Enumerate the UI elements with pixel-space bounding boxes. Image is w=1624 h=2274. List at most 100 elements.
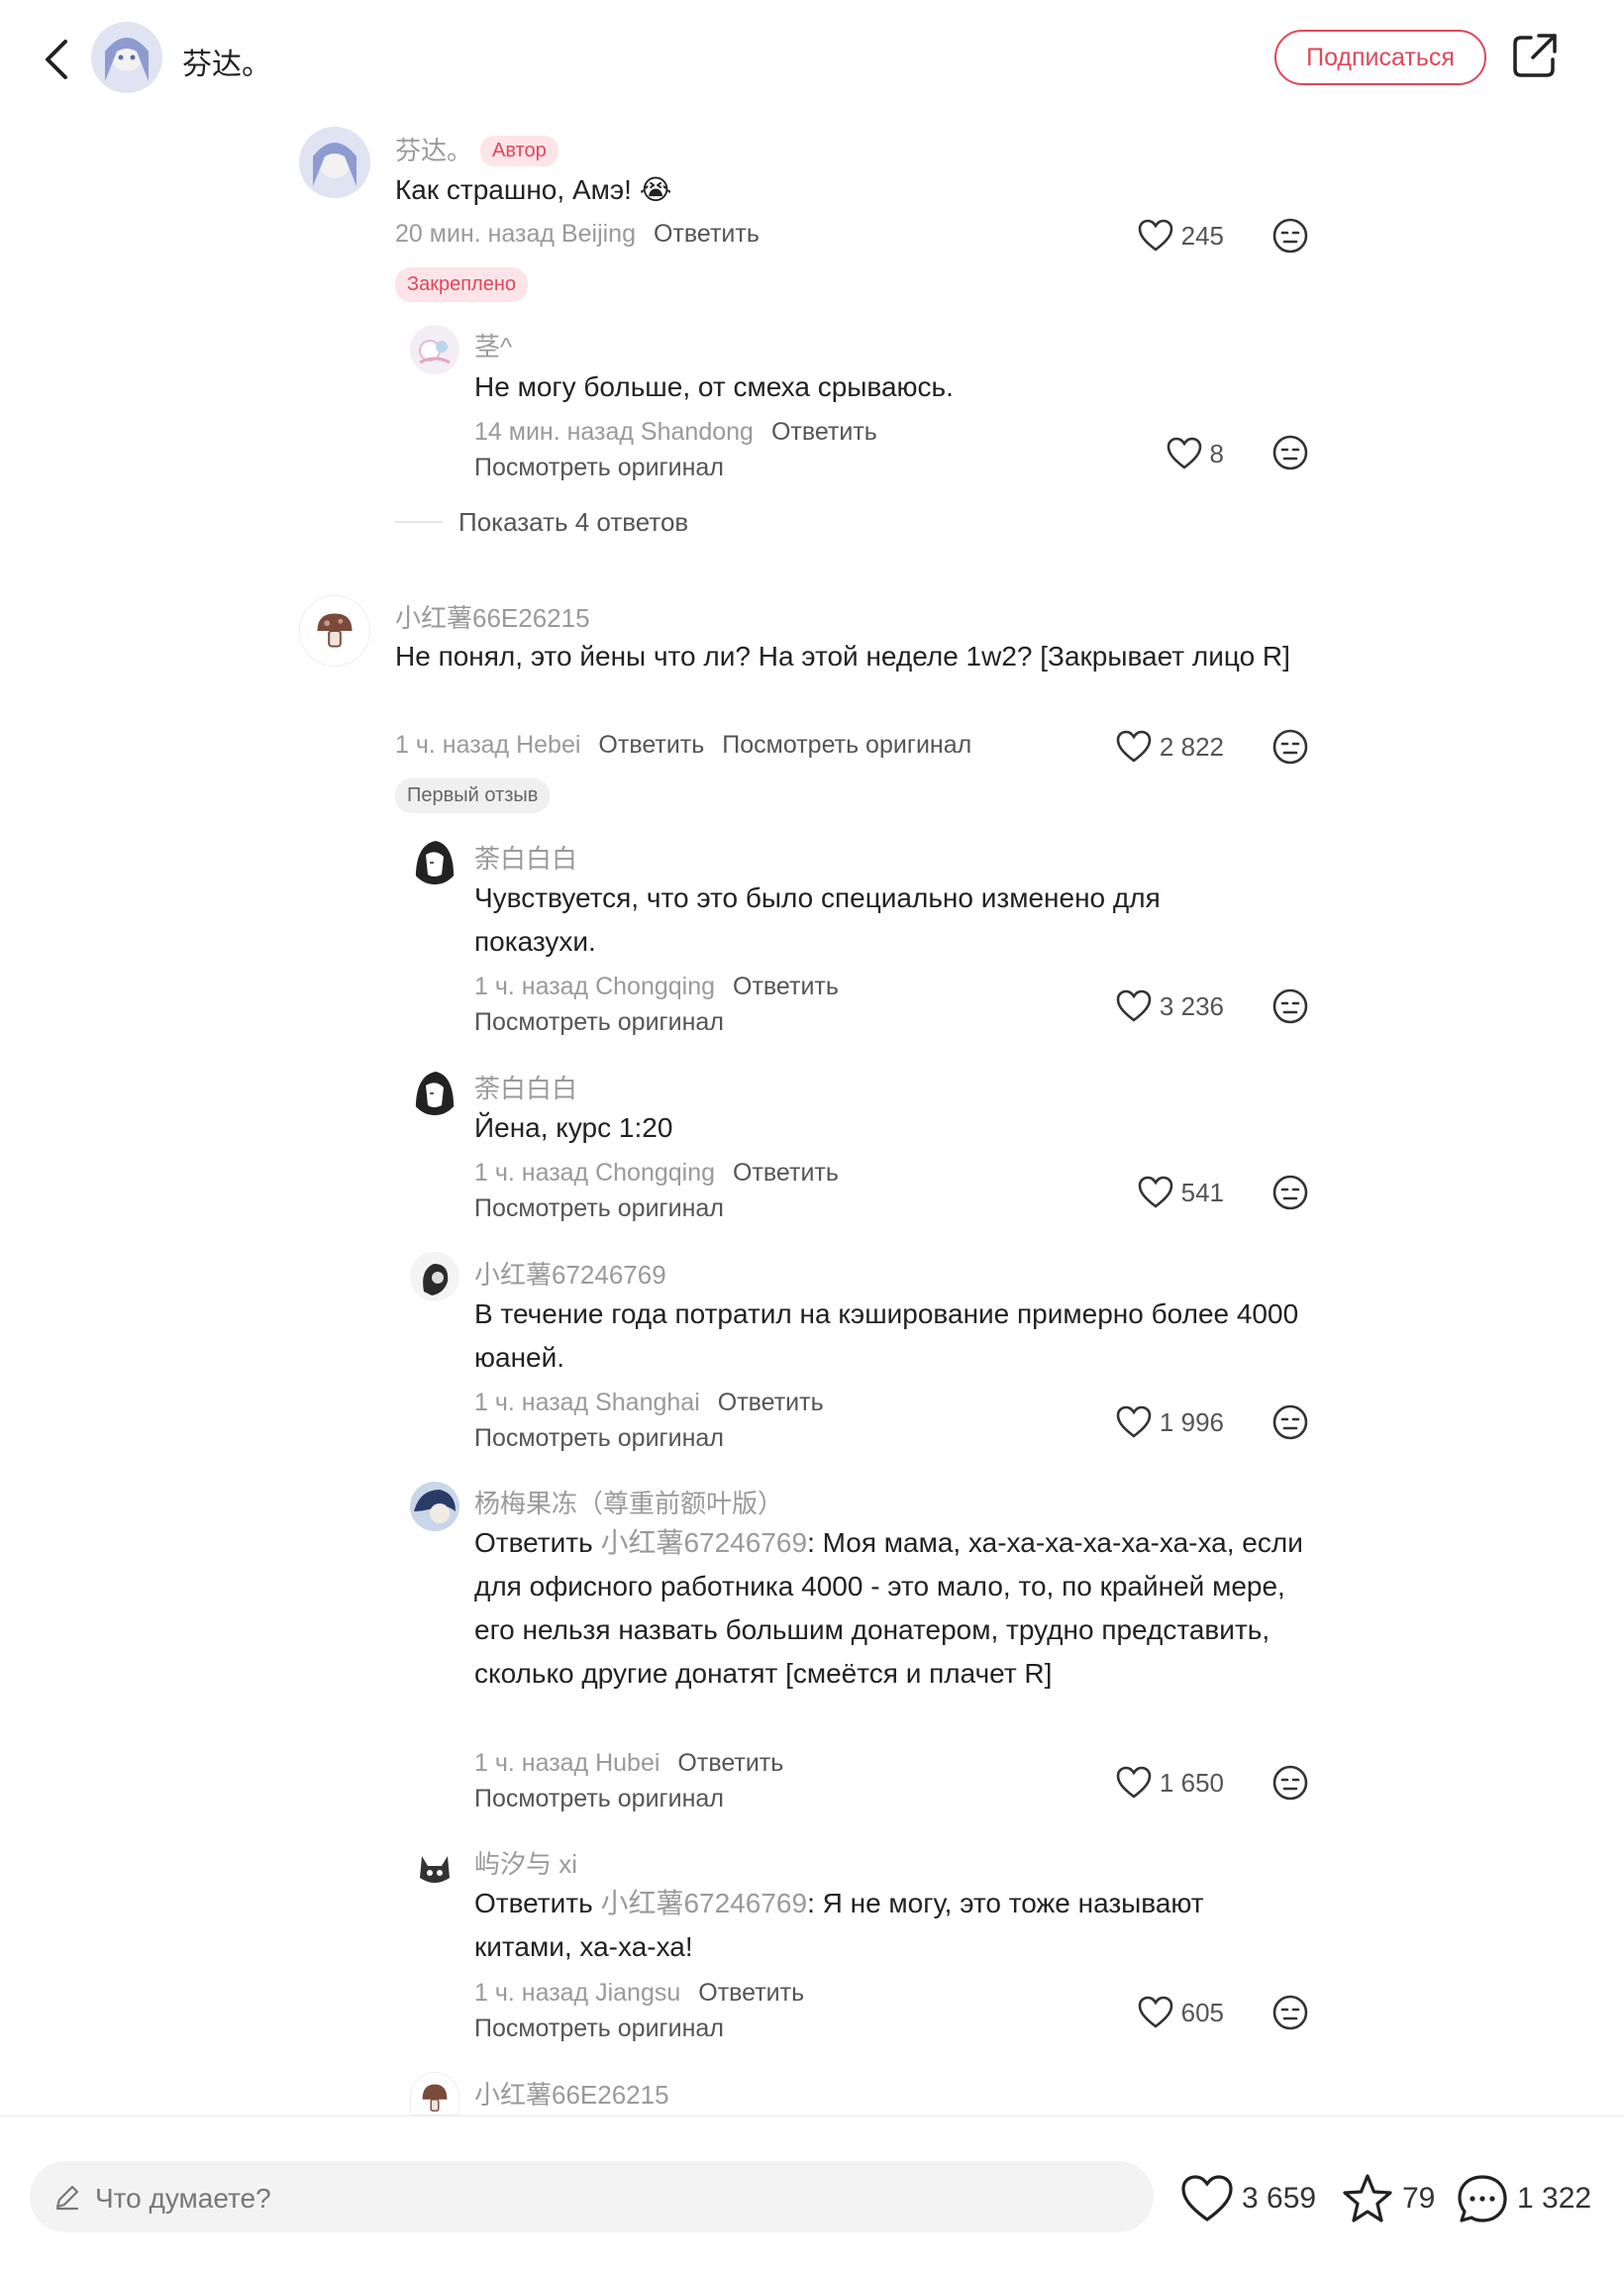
reply-text: Ответить 小红薯67246769: Моя мама, ха-ха-ха… bbox=[474, 1521, 1306, 1696]
comment-username[interactable]: 小红薯66E26215 bbox=[395, 598, 590, 635]
like-button[interactable]: 541 bbox=[1109, 1173, 1224, 1212]
like-count: 1 996 bbox=[1159, 1406, 1224, 1437]
subscribe-button[interactable]: Подписаться bbox=[1274, 30, 1486, 85]
comment-username[interactable]: 芬达。 Автор bbox=[395, 131, 558, 167]
view-original-link[interactable]: Посмотреть оригинал bbox=[474, 454, 724, 482]
dislike-button[interactable] bbox=[1271, 987, 1309, 1025]
reply-username[interactable]: 杨梅果冻（尊重前额叶版） bbox=[474, 1484, 783, 1520]
like-button[interactable]: 245 bbox=[1109, 216, 1224, 256]
reply-username[interactable]: 屿汐与 xi bbox=[474, 1844, 577, 1881]
reply-username[interactable]: 荼白白白 bbox=[474, 839, 577, 876]
reply-button[interactable]: Ответить bbox=[733, 1159, 839, 1187]
time-location: 1 ч. назад Chongqing bbox=[474, 1159, 716, 1187]
reply-button[interactable]: Ответить bbox=[733, 973, 839, 1000]
author-avatar[interactable] bbox=[91, 22, 162, 93]
time-location: 14 мин. назад Shandong bbox=[474, 418, 754, 446]
dislike-button[interactable] bbox=[1271, 1174, 1309, 1211]
reply-meta: 14 мин. назад Shandong Ответить bbox=[474, 418, 877, 447]
dislike-button[interactable] bbox=[1271, 434, 1309, 471]
avatar[interactable] bbox=[410, 1252, 459, 1301]
avatar[interactable] bbox=[299, 595, 370, 667]
heart-icon bbox=[1138, 1176, 1172, 1208]
reply-meta: 1 ч. назад Chongqing Ответить bbox=[474, 973, 839, 1001]
dislike-icon bbox=[1272, 729, 1308, 765]
view-original-link[interactable]: Посмотреть оригинал bbox=[474, 2015, 724, 2043]
reply-button[interactable]: Ответить bbox=[771, 418, 877, 446]
reply-button[interactable]: Ответить bbox=[654, 220, 760, 248]
mention-link[interactable]: 小红薯67246769 bbox=[600, 1888, 807, 1918]
dislike-button[interactable] bbox=[1271, 1403, 1309, 1441]
reply-text: Чувствуется, что это было специально изм… bbox=[474, 882, 1161, 957]
post-like-button[interactable]: 3 659 bbox=[1180, 2173, 1316, 2224]
like-button[interactable]: 8 bbox=[1139, 434, 1224, 473]
back-icon bbox=[46, 40, 67, 79]
heart-icon bbox=[1116, 989, 1152, 1022]
reply-button[interactable]: Ответить bbox=[718, 1389, 824, 1416]
dislike-button[interactable] bbox=[1271, 728, 1309, 766]
time-location: 1 ч. назад Hebei bbox=[395, 731, 581, 759]
dislike-icon bbox=[1272, 1765, 1308, 1801]
reply-button[interactable]: Ответить bbox=[677, 1749, 783, 1777]
heart-icon bbox=[1138, 219, 1172, 252]
view-original-link[interactable]: Посмотреть оригинал bbox=[474, 1194, 724, 1223]
reply-text: Йена, курс 1:20 bbox=[474, 1112, 673, 1143]
view-original-link[interactable]: Посмотреть оригинал bbox=[474, 1424, 724, 1453]
top-header: 芬达。 Подписаться bbox=[0, 0, 1624, 117]
time-location: 1 ч. назад Shanghai bbox=[474, 1389, 700, 1416]
heart-icon bbox=[1116, 1405, 1152, 1438]
author-name[interactable]: 芬达。 bbox=[182, 40, 271, 83]
post-favorite-count: 79 bbox=[1402, 2182, 1436, 2215]
avatar[interactable] bbox=[410, 1066, 459, 1115]
reply-username[interactable]: 荼白白白 bbox=[474, 1069, 577, 1105]
like-count: 8 bbox=[1209, 438, 1224, 468]
avatar[interactable] bbox=[410, 2072, 459, 2116]
reply-username[interactable]: 小红薯67246769 bbox=[474, 1255, 666, 1292]
post-comment-button[interactable]: 1 322 bbox=[1456, 2173, 1591, 2224]
share-button[interactable] bbox=[1509, 30, 1561, 81]
dislike-button[interactable] bbox=[1271, 1764, 1309, 1802]
avatar[interactable] bbox=[410, 1842, 459, 1892]
post-favorite-button[interactable]: 79 bbox=[1341, 2173, 1435, 2224]
comment-input[interactable]: Что думаете? bbox=[30, 2161, 1154, 2232]
time-location: 1 ч. назад Jiangsu bbox=[474, 1979, 681, 2007]
dislike-button[interactable] bbox=[1271, 217, 1309, 255]
like-button[interactable]: 605 bbox=[1109, 1993, 1224, 2032]
heart-icon bbox=[1167, 437, 1201, 469]
like-button[interactable]: 1 650 bbox=[1089, 1763, 1224, 1803]
dislike-icon bbox=[1272, 435, 1308, 470]
dislike-icon bbox=[1272, 988, 1308, 1024]
first-review-tag: Первый отзыв bbox=[395, 778, 551, 813]
reply-text: В течение года потратил на кэширование п… bbox=[474, 1298, 1299, 1373]
view-original-link[interactable]: Посмотреть оригинал bbox=[722, 731, 971, 759]
avatar[interactable] bbox=[299, 127, 370, 198]
view-original-link[interactable]: Посмотреть оригинал bbox=[474, 1785, 724, 1813]
dislike-icon bbox=[1272, 1404, 1308, 1440]
dislike-icon bbox=[1272, 1175, 1308, 1210]
post-like-count: 3 659 bbox=[1242, 2182, 1317, 2215]
dislike-button[interactable] bbox=[1271, 1994, 1309, 2031]
reply-button[interactable]: Ответить bbox=[698, 1979, 804, 2007]
reply-meta: 1 ч. назад Shanghai Ответить bbox=[474, 1389, 824, 1417]
reply-username[interactable]: 小红薯66E26215 bbox=[474, 2075, 669, 2112]
comment-text: Как страшно, Амэ! 😭 bbox=[395, 174, 672, 205]
like-count: 245 bbox=[1180, 220, 1224, 251]
like-count: 3 236 bbox=[1159, 990, 1224, 1021]
reply-text: Не могу больше, от смеха срываюсь. bbox=[474, 371, 954, 402]
like-button[interactable]: 2 822 bbox=[1099, 727, 1224, 767]
heart-icon bbox=[1138, 1996, 1172, 2028]
back-button[interactable] bbox=[30, 30, 89, 89]
reply-meta: 1 ч. назад Jiangsu Ответить bbox=[474, 1979, 804, 2008]
avatar[interactable] bbox=[410, 325, 459, 374]
comment-text: Не понял, это йены что ли? На этой недел… bbox=[395, 641, 1290, 672]
share-icon bbox=[1513, 34, 1557, 77]
like-button[interactable]: 3 236 bbox=[1089, 986, 1224, 1026]
reply-button[interactable]: Ответить bbox=[598, 731, 704, 759]
avatar[interactable] bbox=[410, 1482, 459, 1531]
mention-link[interactable]: 小红薯67246769 bbox=[600, 1527, 807, 1558]
username-text[interactable]: 芬达。 bbox=[395, 136, 472, 165]
show-more-replies[interactable]: Показать 4 ответов bbox=[458, 507, 688, 538]
avatar[interactable] bbox=[410, 835, 459, 884]
view-original-link[interactable]: Посмотреть оригинал bbox=[474, 1008, 724, 1037]
like-button[interactable]: 1 996 bbox=[1089, 1402, 1224, 1442]
reply-username[interactable]: 茎^ bbox=[474, 327, 512, 363]
